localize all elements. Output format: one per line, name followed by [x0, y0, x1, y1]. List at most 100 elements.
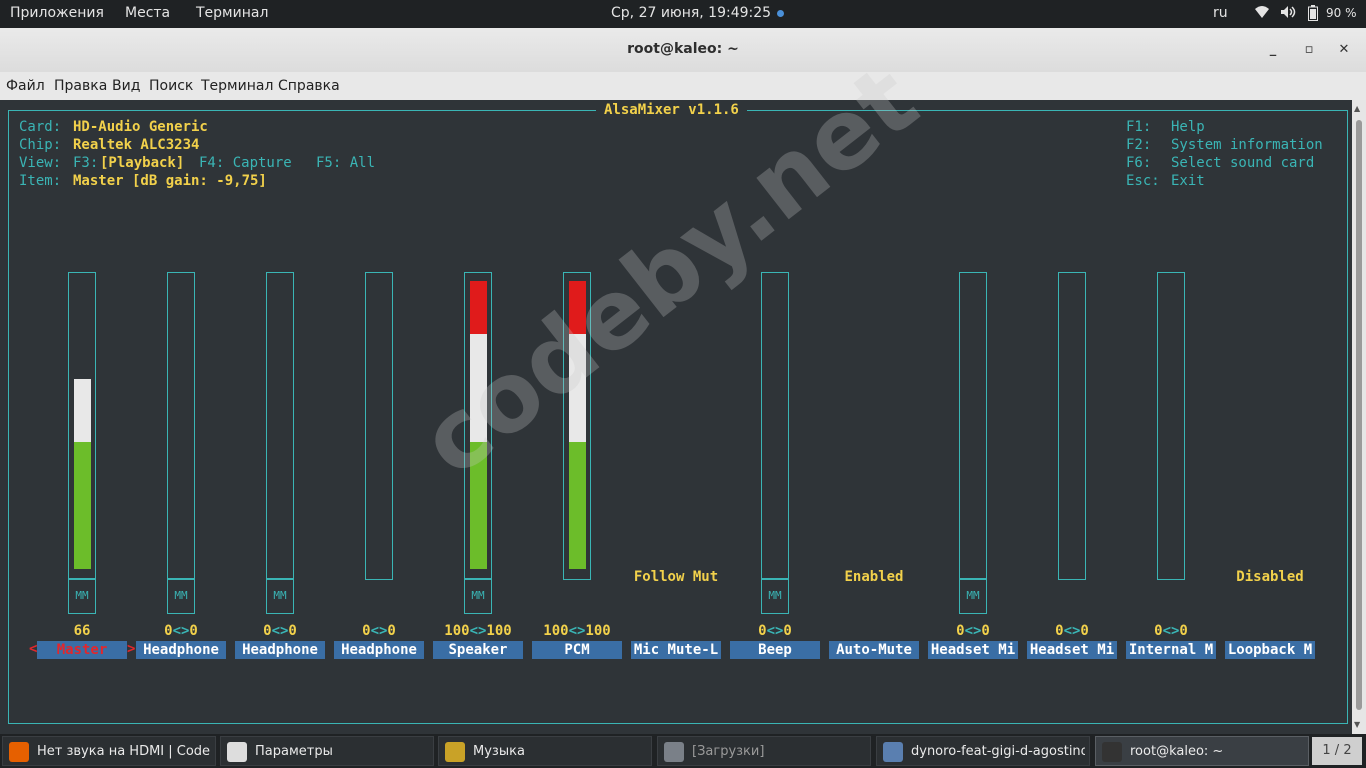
battery-icon[interactable] — [1308, 5, 1318, 25]
control-value: 0<>0 — [324, 623, 434, 639]
value-right: 0 — [387, 623, 396, 639]
taskbar-item[interactable]: Музыка — [438, 736, 652, 766]
taskbar-item-label: root@kaleo: ~ — [1130, 744, 1224, 759]
level-bar-red — [470, 281, 487, 335]
value-sep: <> — [271, 623, 289, 639]
control-label[interactable]: Mic Mute-L — [631, 641, 721, 659]
help-key-esc: Esc: — [1126, 173, 1160, 189]
taskbar-item-label: dynoro-feat-gigi-d-agostino_-... — [911, 744, 1085, 759]
taskbar-item[interactable]: [Загрузки] — [657, 736, 871, 766]
clock[interactable]: Ср, 27 июня, 19:49:25 — [611, 5, 785, 21]
mute-toggle[interactable]: MM — [464, 578, 492, 614]
settings-icon — [227, 742, 247, 762]
control-label[interactable]: Headphone — [136, 641, 226, 659]
alsamixer-title: AlsaMixer v1.1.6 — [596, 102, 747, 118]
close-button[interactable]: ✕ — [1330, 36, 1358, 64]
places-menu[interactable]: Места — [125, 5, 170, 21]
value-sep: <> — [1162, 623, 1180, 639]
view-capture[interactable]: F4: Capture — [199, 155, 292, 171]
taskbar-item[interactable]: Нет звука на HDMI | Codeby... — [2, 736, 216, 766]
menu-help[interactable]: Справка — [278, 78, 340, 94]
value-right: 0 — [288, 623, 297, 639]
maximize-button[interactable]: ▫ — [1295, 36, 1323, 64]
scrollbar-thumb[interactable] — [1356, 120, 1362, 710]
workspace-pager[interactable]: 1 / 2 — [1312, 737, 1362, 765]
taskbar-item[interactable]: Параметры — [220, 736, 434, 766]
control-value: 0<>0 — [720, 623, 830, 639]
terminal-area[interactable]: AlsaMixer v1.1.6 Card: HD-Audio Generic … — [0, 44, 1352, 734]
minimize-button[interactable]: _ — [1259, 36, 1287, 64]
taskbar-item-label: [Загрузки] — [692, 744, 765, 759]
control-label[interactable]: Loopback M — [1225, 641, 1315, 659]
mute-toggle[interactable]: MM — [266, 578, 294, 614]
control-label[interactable]: Master — [37, 641, 127, 659]
menu-view[interactable]: Вид — [112, 78, 140, 94]
control-label[interactable]: Internal M — [1126, 641, 1216, 659]
help-key-f2: F2: — [1126, 137, 1152, 153]
control-value: 0<>0 — [918, 623, 1028, 639]
control-value: 0<>0 — [1116, 623, 1226, 639]
value-left: 100 — [543, 623, 569, 639]
menu-terminal[interactable]: Терминал — [201, 78, 273, 94]
control-value: 100<>100 — [522, 623, 632, 639]
menu-file[interactable]: Файл — [6, 78, 45, 94]
scroll-up-icon[interactable]: ▲ — [1354, 104, 1360, 113]
volume-slider[interactable] — [1157, 272, 1185, 580]
control-value: 66 — [73, 623, 91, 639]
value-left: 0 — [1154, 623, 1163, 639]
control-value: 0<>0 — [225, 623, 335, 639]
volume-slider[interactable] — [266, 272, 294, 580]
window-titlebar[interactable]: root@kaleo: ~ _ ▫ ✕ — [0, 28, 1366, 73]
chip-value: Realtek ALC3234 — [73, 137, 200, 153]
chip-label: Chip: — [19, 137, 62, 153]
volume-slider[interactable] — [1058, 272, 1086, 580]
value-right: 0 — [1179, 623, 1188, 639]
taskbar-item[interactable]: root@kaleo: ~ — [1095, 736, 1309, 766]
value-left: 0 — [956, 623, 965, 639]
help-text-f2: System information — [1171, 137, 1323, 153]
taskbar-item[interactable]: dynoro-feat-gigi-d-agostino_-... — [876, 736, 1090, 766]
wifi-icon[interactable] — [1254, 5, 1270, 23]
selection-marker-right: > — [127, 641, 136, 657]
view-playback[interactable]: [Playback] — [100, 155, 184, 171]
terminal-app-menu[interactable]: Терминал — [196, 5, 268, 21]
keyboard-layout[interactable]: ru — [1213, 5, 1228, 21]
control-label[interactable]: Beep — [730, 641, 820, 659]
mute-toggle[interactable]: MM — [761, 578, 789, 614]
control-label[interactable]: Headphone — [235, 641, 325, 659]
mute-toggle[interactable]: MM — [167, 578, 195, 614]
control-label[interactable]: PCM — [532, 641, 622, 659]
volume-slider[interactable] — [68, 272, 96, 580]
help-text-f6: Select sound card — [1171, 155, 1315, 171]
volume-slider[interactable] — [959, 272, 987, 580]
menu-search[interactable]: Поиск — [149, 78, 193, 94]
applications-menu[interactable]: Приложения — [10, 5, 104, 21]
volume-slider[interactable] — [167, 272, 195, 580]
taskbar-item-label: Нет звука на HDMI | Codeby... — [37, 744, 211, 759]
clock-text: Ср, 27 июня, 19:49:25 — [611, 5, 772, 21]
value-left: 0 — [362, 623, 371, 639]
value-right: 0 — [189, 623, 198, 639]
selection-marker-left: < — [29, 641, 38, 657]
window-list: Нет звука на HDMI | Codeby... Параметры Му… — [0, 734, 1366, 768]
volume-icon[interactable] — [1280, 5, 1298, 23]
control-label[interactable]: Auto-Mute — [829, 641, 919, 659]
menu-edit[interactable]: Правка — [54, 78, 107, 94]
window-title: root@kaleo: ~ — [627, 41, 739, 57]
mute-toggle[interactable]: MM — [959, 578, 987, 614]
volume-slider[interactable] — [761, 272, 789, 580]
folder-icon — [664, 742, 684, 762]
help-text-esc: Exit — [1171, 173, 1205, 189]
control-label[interactable]: Headset Mi — [928, 641, 1018, 659]
control-label[interactable]: Headphone — [334, 641, 424, 659]
level-bar-green — [569, 442, 586, 569]
view-all[interactable]: F5: All — [316, 155, 375, 171]
volume-slider[interactable] — [365, 272, 393, 580]
control-label[interactable]: Headset Mi — [1027, 641, 1117, 659]
control-label[interactable]: Speaker — [433, 641, 523, 659]
mute-toggle[interactable]: MM — [68, 578, 96, 614]
value-sep: <> — [964, 623, 982, 639]
music-icon — [445, 742, 465, 762]
scroll-down-icon[interactable]: ▼ — [1354, 720, 1360, 729]
terminal-scrollbar[interactable]: ▲ ▼ — [1352, 100, 1366, 734]
